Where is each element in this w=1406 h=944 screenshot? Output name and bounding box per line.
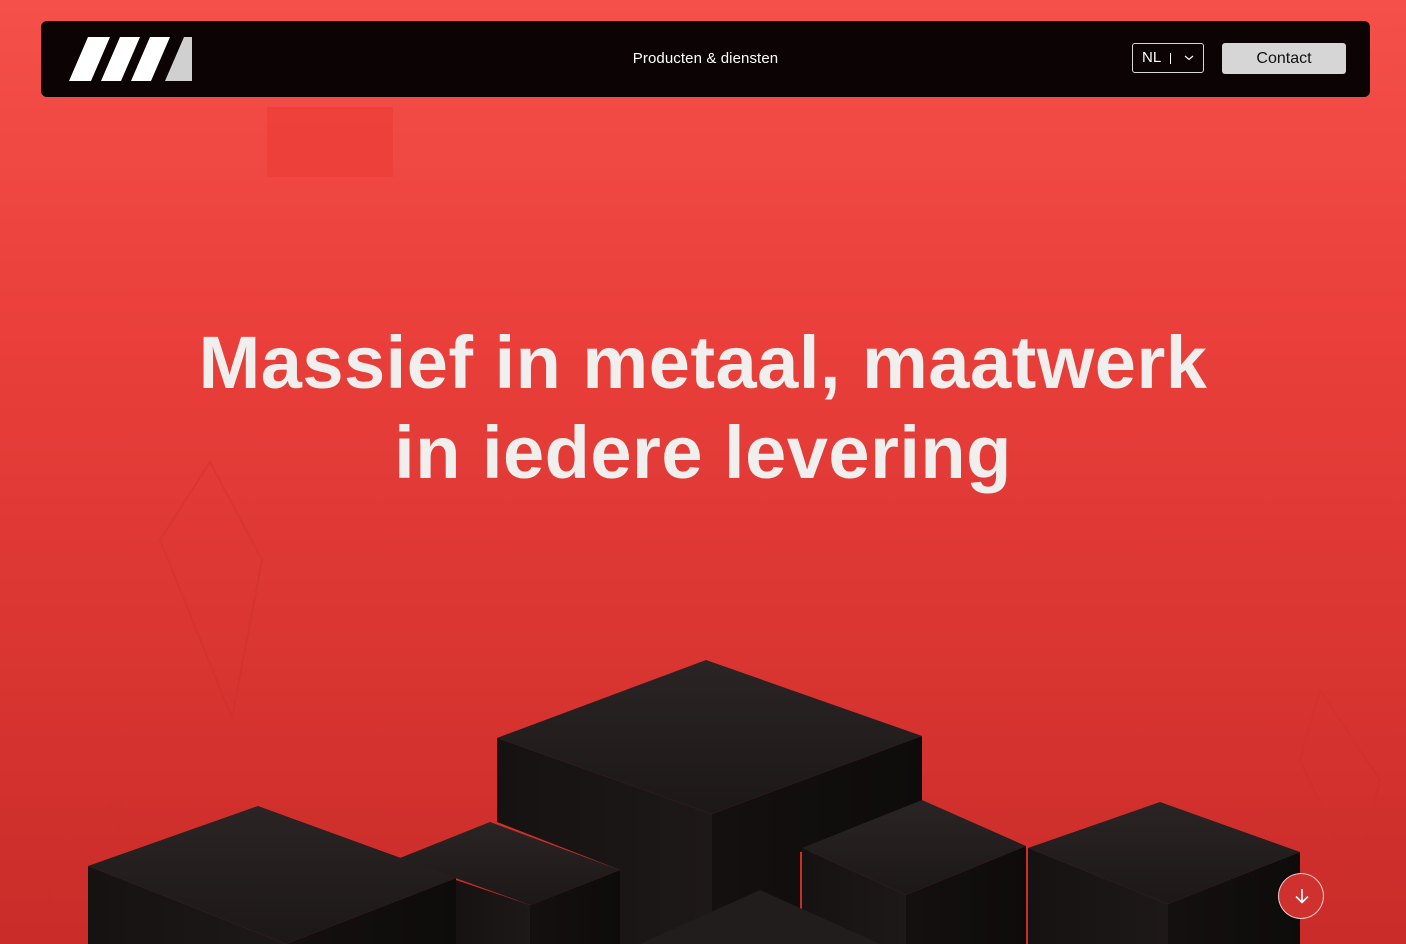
hero-title-line-2: in iedere levering [394,411,1012,494]
language-value: NL [1142,49,1162,66]
hero-title-line-1: Massief in metaal, maatwerk [198,321,1208,404]
language-separator [1170,53,1171,64]
hero-title: Massief in metaal, maatwerk in iedere le… [0,318,1406,498]
arrow-down-icon [1295,889,1309,904]
top-navigation-bar: Producten & diensten NL Contact [41,21,1370,97]
chevron-down-icon [1184,55,1194,61]
contact-button[interactable]: Contact [1222,43,1346,74]
nav-link-products-services[interactable]: Producten & diensten [633,21,778,97]
language-selector[interactable]: NL [1132,43,1204,73]
logo-icon[interactable] [69,37,192,81]
scroll-down-button[interactable] [1278,873,1324,919]
